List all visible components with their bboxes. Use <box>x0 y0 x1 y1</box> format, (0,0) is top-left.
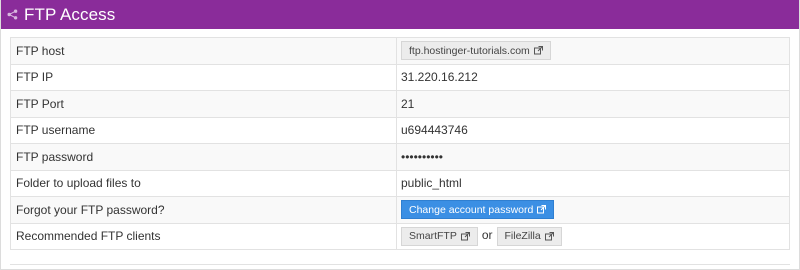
upload-folder-value: public_html <box>396 169 790 197</box>
ftp-port-value: 21 <box>396 90 790 118</box>
external-link-icon <box>460 231 470 241</box>
ftp-password-value: •••••••••• <box>396 143 790 171</box>
ftp-username-value: u694443746 <box>396 116 790 144</box>
change-password-label: Change account password <box>409 203 534 216</box>
smartftp-label: SmartFTP <box>409 230 457 243</box>
ftp-ip-label: FTP IP <box>10 63 397 91</box>
ftp-port-label: FTP Port <box>10 90 397 118</box>
filezilla-label: FileZilla <box>504 230 541 243</box>
filezilla-button[interactable]: FileZilla <box>496 226 562 246</box>
ftp-username-label: FTP username <box>10 116 397 144</box>
ftp-clients-label: Recommended FTP clients <box>10 222 397 250</box>
table-row: FTP IP 31.220.16.212 <box>10 63 790 91</box>
ftp-access-panel: FTP Access FTP host ftp.hostinger-tutori… <box>0 0 800 270</box>
share-icon <box>7 9 18 20</box>
ftp-details-table: FTP host ftp.hostinger-tutorials.com FTP… <box>10 37 790 250</box>
panel-divider <box>10 264 790 265</box>
smartftp-button[interactable]: SmartFTP <box>401 226 478 246</box>
table-row: FTP password •••••••••• <box>10 143 790 171</box>
ftp-host-label: FTP host <box>10 37 397 65</box>
external-link-icon <box>533 46 543 55</box>
change-password-button[interactable]: Change account password <box>401 200 555 220</box>
table-row: FTP username u694443746 <box>10 116 790 144</box>
external-link-icon <box>544 231 554 241</box>
ftp-host-link[interactable]: ftp.hostinger-tutorials.com <box>401 41 551 61</box>
ftp-password-label: FTP password <box>10 143 397 171</box>
external-link-icon <box>537 205 547 214</box>
or-separator: or <box>481 228 493 243</box>
table-row: FTP host ftp.hostinger-tutorials.com <box>10 37 790 65</box>
forgot-password-label: Forgot your FTP password? <box>10 196 397 224</box>
ftp-host-value: ftp.hostinger-tutorials.com <box>409 44 530 57</box>
table-row: FTP Port 21 <box>10 90 790 118</box>
table-row: Folder to upload files to public_html <box>10 169 790 197</box>
panel-title: FTP Access <box>24 4 116 24</box>
table-row: Forgot your FTP password? Change account… <box>10 196 790 224</box>
panel-header: FTP Access <box>1 0 799 29</box>
ftp-ip-value: 31.220.16.212 <box>396 63 790 91</box>
table-row: Recommended FTP clients SmartFTP or File… <box>10 222 790 250</box>
upload-folder-label: Folder to upload files to <box>10 169 397 197</box>
